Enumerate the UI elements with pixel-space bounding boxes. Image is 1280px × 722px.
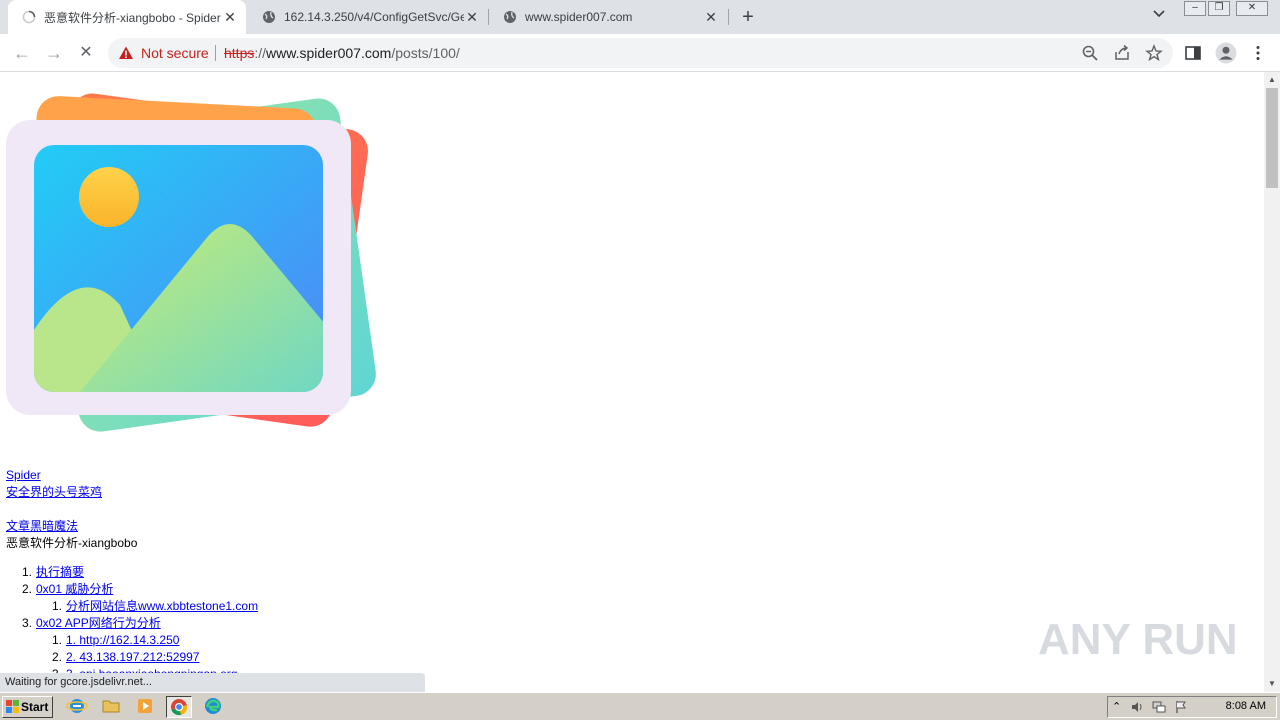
toc-subitem: 2. 2. 43.138.197.212:52997 bbox=[51, 650, 200, 664]
side-panel-icon[interactable] bbox=[1184, 44, 1202, 62]
site-tagline-link[interactable]: 安全界的头号菜鸡 bbox=[6, 484, 102, 501]
close-window-button[interactable]: ✕ bbox=[1236, 1, 1268, 16]
chrome-icon bbox=[171, 699, 188, 716]
media-player-icon bbox=[138, 699, 152, 713]
url-text[interactable]: https://www.spider007.com/posts/100/ bbox=[224, 45, 460, 61]
toc-link[interactable]: 2. 43.138.197.212:52997 bbox=[66, 650, 199, 664]
toc-link[interactable]: 0x01 威胁分析 bbox=[36, 582, 113, 596]
scroll-down-arrow-icon[interactable]: ▼ bbox=[1264, 676, 1280, 692]
edge-icon bbox=[205, 698, 221, 714]
vertical-scrollbar[interactable]: ▲ ▼ bbox=[1264, 72, 1280, 692]
toc-link[interactable]: 分析网站信息www.xbbtestone1.com bbox=[66, 599, 258, 613]
tab-close-icon[interactable]: ✕ bbox=[222, 9, 238, 26]
new-tab-button[interactable]: + bbox=[737, 6, 759, 28]
anyrun-watermark-logo: ANY RUN bbox=[1038, 615, 1238, 664]
page-viewport: Spider 安全界的头号菜鸡 文章黑暗魔法 恶意软件分析-xiangbobo … bbox=[0, 72, 1264, 692]
url-scheme: https bbox=[224, 45, 255, 61]
internet-explorer-icon bbox=[66, 699, 88, 713]
network-icon[interactable] bbox=[1152, 700, 1166, 714]
article-title: 恶意软件分析-xiangbobo bbox=[6, 536, 138, 550]
scroll-up-arrow-icon[interactable]: ▲ bbox=[1264, 72, 1280, 88]
taskbar-explorer[interactable] bbox=[100, 696, 126, 718]
minimize-button[interactable]: ‒ bbox=[1184, 1, 1206, 16]
toc-subitem: 1. 1. http://162.14.3.250 bbox=[51, 633, 180, 647]
warning-triangle-icon bbox=[119, 46, 133, 59]
taskbar-clock[interactable]: 8:08 AM bbox=[1226, 700, 1266, 712]
taskbar-media-player[interactable] bbox=[134, 696, 160, 718]
toc-item: 3. 0x02 APP网络行为分析 bbox=[21, 616, 161, 630]
tab-config[interactable]: 162.14.3.250/v4/ConfigGetSvc/Get ✕ bbox=[248, 0, 488, 34]
menu-kebab-icon[interactable] bbox=[1249, 44, 1267, 62]
category-link[interactable]: 文章黑暗魔法 bbox=[6, 518, 78, 535]
url-separator: :// bbox=[254, 45, 267, 61]
tab-separator bbox=[728, 9, 729, 25]
svg-text:ANY RUN: ANY RUN bbox=[1038, 615, 1238, 664]
taskbar-chrome[interactable] bbox=[166, 696, 192, 718]
globe-icon bbox=[263, 11, 275, 23]
site-name-link[interactable]: Spider bbox=[6, 467, 41, 484]
forward-button[interactable]: → bbox=[43, 42, 65, 64]
taskbar-edge[interactable] bbox=[202, 696, 228, 718]
bookmark-star-icon[interactable] bbox=[1145, 44, 1163, 62]
tab-search-button[interactable] bbox=[1152, 8, 1166, 22]
tab-spider007[interactable]: www.spider007.com ✕ bbox=[489, 0, 727, 34]
back-button[interactable]: ← bbox=[11, 42, 33, 64]
folder-icon bbox=[102, 700, 120, 713]
zoom-icon[interactable] bbox=[1081, 44, 1099, 62]
toc-link[interactable]: 1. http://162.14.3.250 bbox=[66, 633, 179, 647]
tab-title: www.spider007.com bbox=[525, 10, 633, 24]
profile-avatar-icon[interactable] bbox=[1215, 42, 1237, 64]
tab-strip: 恶意软件分析-xiangbobo - Spider ✕ 162.14.3.250… bbox=[0, 0, 1280, 34]
toc-item: 2. 0x01 威胁分析 bbox=[21, 582, 114, 596]
windows-flag-icon bbox=[6, 700, 19, 713]
address-bar[interactable]: Not secure https://www.spider007.com/pos… bbox=[108, 38, 1173, 68]
taskbar-ie[interactable] bbox=[66, 696, 92, 718]
windows-taskbar: Start ⌃ 8:08 AM bbox=[0, 692, 1280, 720]
tab-title: 恶意软件分析-xiangbobo - Spider bbox=[44, 10, 221, 25]
toc-item: 1. 执行摘要 bbox=[21, 565, 85, 579]
scrollbar-thumb[interactable] bbox=[1266, 88, 1278, 188]
start-label: Start bbox=[21, 700, 49, 714]
start-button[interactable]: Start bbox=[2, 696, 53, 718]
stop-button[interactable]: ✕ bbox=[75, 42, 97, 64]
url-host: www.spider007.com bbox=[266, 45, 392, 61]
action-center-flag-icon[interactable] bbox=[1174, 700, 1188, 714]
toc-subitem: 1. 分析网站信息www.xbbtestone1.com bbox=[51, 599, 259, 613]
tab-close-icon[interactable]: ✕ bbox=[703, 9, 719, 26]
globe-icon bbox=[504, 11, 516, 23]
restore-button[interactable]: ❐ bbox=[1208, 1, 1230, 16]
chevron-down-icon bbox=[1153, 10, 1165, 18]
tray-expand-icon[interactable]: ⌃ bbox=[1112, 700, 1126, 714]
volume-icon[interactable] bbox=[1130, 700, 1144, 714]
omnibox-divider bbox=[215, 45, 216, 61]
system-tray: ⌃ 8:08 AM bbox=[1107, 696, 1277, 718]
toc-link[interactable]: 0x02 APP网络行为分析 bbox=[36, 616, 161, 630]
image-placeholder-icon bbox=[6, 93, 376, 432]
url-path: /posts/100/ bbox=[391, 45, 460, 61]
status-bubble: Waiting for gcore.jsdelivr.net... bbox=[0, 673, 425, 692]
loading-spinner-icon bbox=[22, 10, 36, 24]
security-label[interactable]: Not secure bbox=[141, 45, 209, 61]
tab-active[interactable]: 恶意软件分析-xiangbobo - Spider ✕ bbox=[8, 0, 246, 34]
share-icon[interactable] bbox=[1113, 44, 1131, 62]
browser-toolbar: ← → ✕ Not secure https://www.spider007.c… bbox=[0, 34, 1280, 72]
toc-link[interactable]: 执行摘要 bbox=[36, 565, 84, 579]
tab-title: 162.14.3.250/v4/ConfigGetSvc/Get bbox=[284, 10, 464, 24]
tab-close-icon[interactable]: ✕ bbox=[464, 9, 480, 26]
